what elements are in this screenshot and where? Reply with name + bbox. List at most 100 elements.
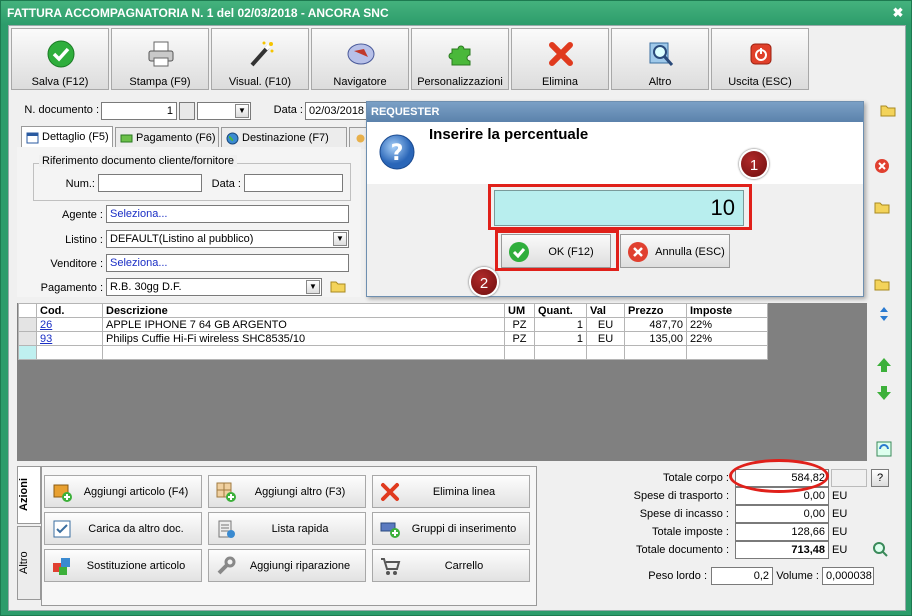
highlight-ok-box	[495, 230, 619, 271]
cell-quant[interactable]: 1	[534, 317, 587, 332]
ref-date-field[interactable]	[244, 174, 343, 192]
num-label: Num.:	[65, 178, 95, 190]
agente-label: Agente :	[62, 209, 103, 221]
add-item-button[interactable]: Aggiungi articolo (F4)	[44, 475, 202, 508]
agente-field[interactable]: Seleziona...	[106, 205, 349, 223]
listino-select[interactable]: DEFAULT(Listino al pubblico) ▼	[106, 230, 349, 248]
venditore-label: Venditore :	[50, 258, 103, 270]
cancel-button[interactable]: Annulla (ESC)	[620, 234, 730, 268]
cell-cod[interactable]: 93	[36, 331, 103, 346]
doc-series-select[interactable]: ▼	[197, 102, 251, 120]
volume-label: Volume :	[776, 570, 819, 582]
col-quant[interactable]: Quant.	[534, 303, 587, 318]
cell-um[interactable]: PZ	[504, 317, 535, 332]
add-grid-icon	[216, 482, 236, 502]
printer-icon	[148, 41, 174, 67]
cell-prezzo[interactable]: 135,00	[624, 331, 687, 346]
cell-um[interactable]: PZ	[504, 331, 535, 346]
print-button[interactable]: Stampa (F9)	[111, 28, 209, 90]
cell-prezzo[interactable]: 487,70	[624, 317, 687, 332]
transport-currency: EU	[832, 490, 848, 502]
tab-azioni[interactable]: Azioni	[17, 466, 41, 524]
items-table: Cod. Descrizione UM Quant. Val Prezzo Im…	[18, 303, 768, 360]
cell-val[interactable]: EU	[586, 331, 625, 346]
sort-icon[interactable]	[875, 305, 893, 323]
add-other-button[interactable]: Aggiungi altro (F3)	[208, 475, 366, 508]
add-box-icon	[53, 484, 72, 502]
zoom-icon[interactable]	[871, 540, 889, 558]
exit-button[interactable]: Uscita (ESC)	[711, 28, 809, 90]
col-prezzo[interactable]: Prezzo	[624, 303, 687, 318]
cell-quant[interactable]: 1	[534, 331, 587, 346]
chevron-down-icon: ▼	[333, 232, 347, 246]
col-val[interactable]: Val	[586, 303, 625, 318]
table-new-row[interactable]	[18, 345, 768, 360]
folder-icon[interactable]	[329, 277, 347, 295]
cell-descrizione[interactable]: APPLE IPHONE 7 64 GB ARGENTO	[102, 317, 505, 332]
doc-total-field[interactable]: 713,48	[735, 541, 829, 559]
venditore-field[interactable]: Seleziona...	[106, 254, 349, 272]
pagamento-select[interactable]: R.B. 30gg D.F. ▼	[106, 278, 322, 296]
gross-weight-label: Peso lordo :	[648, 570, 707, 582]
folder-icon[interactable]	[873, 198, 891, 216]
table-header-row: Cod. Descrizione UM Quant. Val Prezzo Im…	[18, 303, 768, 318]
actions-panel: Aggiungi articolo (F4) Aggiungi altro (F…	[41, 466, 537, 606]
col-cod[interactable]: Cod.	[36, 303, 103, 318]
pagamento-value: R.B. 30gg D.F.	[110, 281, 182, 293]
tab-altro[interactable]: Altro	[17, 526, 41, 600]
doc-number-spin[interactable]	[179, 102, 195, 120]
replace-item-label: Sostituzione articolo	[86, 560, 186, 572]
preview-button[interactable]: Visual. (F10)	[211, 28, 309, 90]
cell-imposte[interactable]: 22%	[686, 317, 768, 332]
more-button[interactable]: Altro	[611, 28, 709, 90]
gross-weight-field[interactable]: 0,2	[711, 567, 773, 585]
delete-line-button[interactable]: Elimina linea	[372, 475, 530, 508]
folder-icon[interactable]	[873, 275, 891, 293]
load-doc-button[interactable]: Carica da altro doc.	[44, 512, 202, 545]
table-row[interactable]: 26 APPLE IPHONE 7 64 GB ARGENTO PZ 1 EU …	[18, 317, 768, 332]
window-close-icon[interactable]: ✖	[891, 6, 905, 20]
collection-currency: EU	[832, 508, 848, 520]
table-row[interactable]: 93 Philips Cuffie Hi-Fi wireless SHC8535…	[18, 331, 768, 346]
navigator-button[interactable]: Navigatore	[311, 28, 409, 90]
col-um[interactable]: UM	[504, 303, 535, 318]
question-icon: ?	[379, 134, 415, 170]
customize-button[interactable]: Personalizzazioni	[411, 28, 509, 90]
tab-pagamento[interactable]: Pagamento (F6)	[115, 127, 219, 149]
cart-button[interactable]: Carrello	[372, 549, 530, 582]
doc-number-field[interactable]: 1	[101, 102, 177, 120]
check-icon	[47, 40, 75, 68]
preview-label: Visual. (F10)	[228, 76, 292, 88]
cart-label: Carrello	[444, 560, 484, 572]
replace-item-button[interactable]: Sostituzione articolo	[44, 549, 202, 582]
arrow-down-icon[interactable]	[875, 384, 893, 402]
help-button[interactable]: ?	[871, 469, 889, 487]
refresh-icon[interactable]	[875, 440, 893, 458]
arrow-up-icon[interactable]	[875, 356, 893, 374]
doc-total-currency: EU	[832, 544, 848, 556]
cell-descrizione[interactable]: Philips Cuffie Hi-Fi wireless SHC8535/10	[102, 331, 505, 346]
add-repair-button[interactable]: Aggiungi riparazione	[208, 549, 366, 582]
window-title: FATTURA ACCOMPAGNATORIA N. 1 del 02/03/2…	[1, 1, 911, 25]
insert-groups-button[interactable]: Gruppi di inserimento	[372, 512, 530, 545]
compass-icon	[347, 43, 375, 65]
num-field[interactable]	[98, 174, 202, 192]
delete-icon[interactable]	[873, 157, 891, 175]
collection-field[interactable]: 0,00	[735, 505, 829, 523]
tab-destinazione[interactable]: Destinazione (F7)	[221, 127, 347, 149]
quick-list-icon	[218, 520, 235, 538]
quick-list-button[interactable]: Lista rapida	[208, 512, 366, 545]
col-descrizione[interactable]: Descrizione	[102, 303, 505, 318]
delete-button[interactable]: Elimina	[511, 28, 609, 90]
cell-imposte[interactable]: 22%	[686, 331, 768, 346]
cell-cod[interactable]: 26	[36, 317, 103, 332]
cell-val[interactable]: EU	[586, 317, 625, 332]
chevron-down-icon: ▼	[235, 104, 249, 118]
volume-field[interactable]: 0,000038	[822, 567, 874, 585]
taxes-field[interactable]: 128,66	[735, 523, 829, 541]
save-label: Salva (F12)	[31, 76, 89, 88]
save-button[interactable]: Salva (F12)	[11, 28, 109, 90]
folder-icon[interactable]	[879, 101, 897, 119]
col-imposte[interactable]: Imposte	[686, 303, 768, 318]
date-field[interactable]: 02/03/2018	[305, 102, 375, 120]
